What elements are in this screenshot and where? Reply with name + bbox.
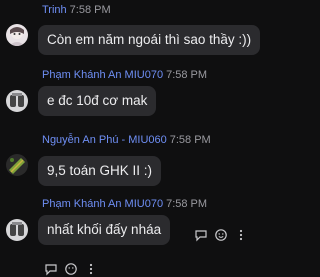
message-header: Phạm Khánh An MIU070 7:58 PM: [42, 69, 207, 81]
message-header: Phạm Khánh An MIU070 7:58 PM: [42, 198, 207, 210]
timestamp: 7:58 PM: [166, 198, 208, 210]
message-text: e đc 10đ cơ mak: [47, 93, 148, 108]
message-text: 9,5 toán GHK II :): [47, 163, 153, 178]
message-bubble[interactable]: e đc 10đ cơ mak: [38, 86, 157, 116]
timestamp: 7:58 PM: [69, 4, 111, 16]
message-item: Phạm Khánh An MIU070 7:58 PM e đc 10đ cơ …: [0, 66, 320, 126]
more-options-icon[interactable]: [234, 228, 248, 242]
sender-name[interactable]: Trinh: [42, 4, 67, 16]
sender-name[interactable]: Nguyễn An Phú - MIU060: [42, 134, 167, 146]
more-options-icon[interactable]: [84, 262, 98, 276]
message-actions: [194, 228, 248, 242]
avatar[interactable]: [6, 90, 28, 112]
avatar[interactable]: [6, 219, 28, 241]
message-text: nhất khối đấy nháa: [47, 222, 162, 237]
avatar[interactable]: [6, 24, 28, 46]
reply-icon[interactable]: [44, 262, 58, 276]
message-header: Trinh 7:58 PM: [42, 4, 111, 16]
message-item: Phạm Khánh An MIU070 7:58 PM nhất khối đấ…: [0, 195, 320, 255]
message-actions: [44, 262, 98, 276]
timestamp: 7:58 PM: [166, 69, 208, 81]
avatar[interactable]: [6, 154, 28, 176]
message-bubble[interactable]: nhất khối đấy nháa: [38, 215, 171, 245]
sender-name[interactable]: Phạm Khánh An MIU070: [42, 198, 163, 210]
message-bubble[interactable]: Còn em năm ngoái thì sao thầy :)): [38, 25, 261, 55]
message-item: Nguyễn An Phú - MIU060 7:58 PM 9,5 toán G…: [0, 130, 320, 192]
timestamp: 7:58 PM: [169, 134, 211, 146]
message-text: Còn em năm ngoái thì sao thầy :)): [47, 32, 252, 47]
message-header: Nguyễn An Phú - MIU060 7:58 PM: [42, 134, 211, 146]
sender-name[interactable]: Phạm Khánh An MIU070: [42, 69, 163, 81]
message-item: Trinh 7:58 PM Còn em năm ngoái thì sao th…: [0, 0, 320, 64]
reply-icon[interactable]: [194, 228, 208, 242]
emoji-reaction-icon[interactable]: [64, 262, 78, 276]
message-bubble[interactable]: 9,5 toán GHK II :): [38, 156, 162, 186]
emoji-reaction-icon[interactable]: [214, 228, 228, 242]
